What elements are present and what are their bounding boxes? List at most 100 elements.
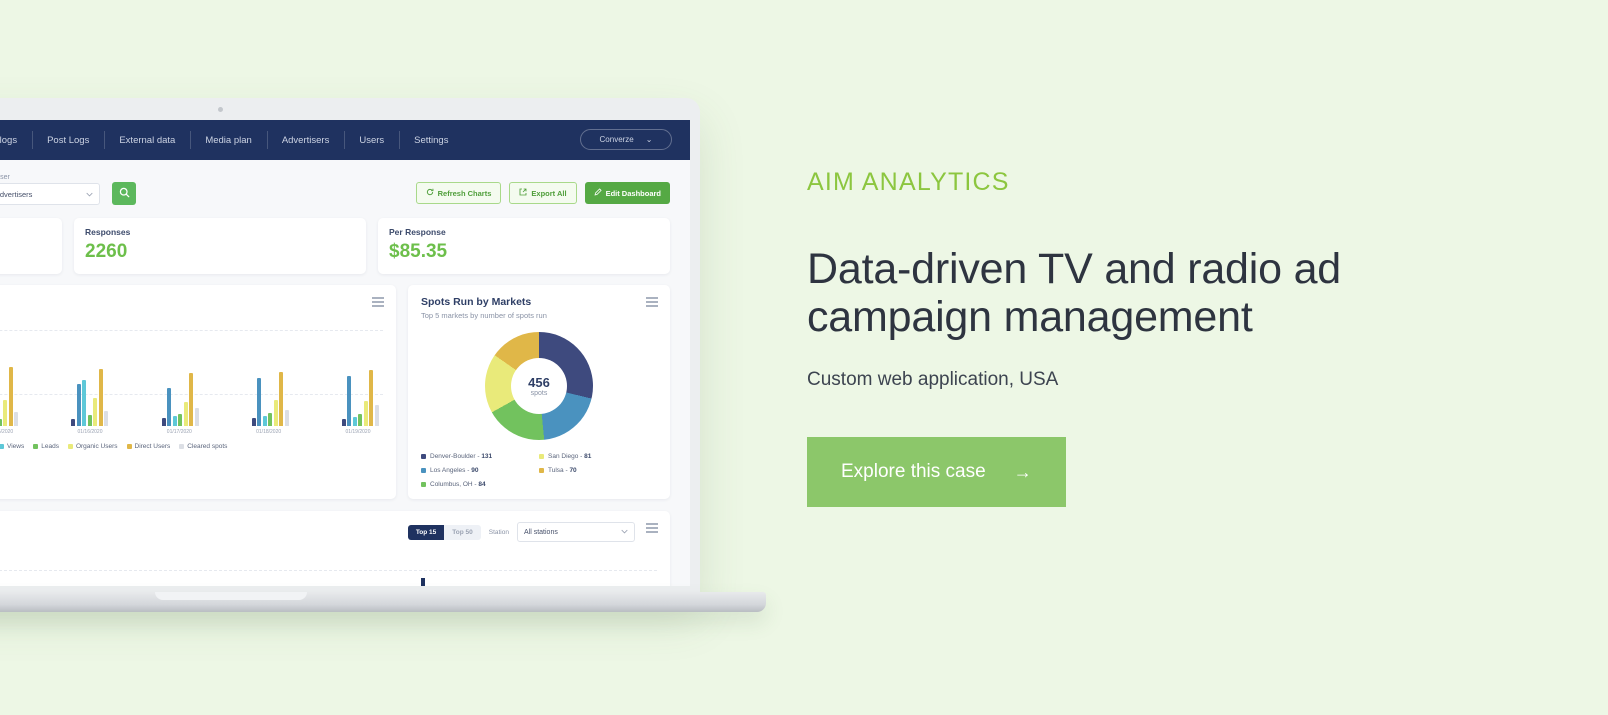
bar[interactable]	[358, 414, 363, 426]
x-axis-label: 01/15/2020	[0, 429, 14, 435]
nav-label: External data	[119, 134, 176, 146]
bottom-panel-controls: Top 15 Top 50 Station All stations	[407, 522, 657, 542]
nav-label: Settings	[414, 134, 449, 146]
bar[interactable]	[279, 371, 284, 426]
panel-title: ots Run and Responses by Day	[0, 296, 383, 308]
legend-swatch	[126, 444, 132, 449]
legend-swatch	[421, 482, 426, 487]
bar[interactable]	[251, 418, 256, 426]
panel-menu-icon[interactable]	[372, 297, 384, 309]
donut-legend-item[interactable]: Denver-Boulder - 131	[421, 453, 539, 460]
bar[interactable]	[167, 387, 172, 426]
page-subline: Custom web application, USA	[807, 369, 1059, 391]
edit-dashboard-button[interactable]: Edit Dashboard	[584, 182, 670, 204]
donut-legend-item[interactable]: San Diego - 81	[539, 453, 657, 460]
nav-item-settings[interactable]: Settings	[399, 120, 463, 160]
advertiser-select[interactable]: All advertisers	[0, 183, 101, 205]
donut-chart: 456 spots	[421, 332, 657, 440]
panel-cost-per-response: ost per Response st per call, cost per t…	[0, 511, 670, 586]
bar-legend-item[interactable]: Direct Users	[126, 443, 170, 450]
bar[interactable]	[76, 384, 81, 426]
donut-legend-item[interactable]: Los Angeles - 90	[421, 467, 539, 474]
legend-label: Denver-Boulder - 131	[430, 453, 493, 460]
bar[interactable]	[347, 376, 352, 426]
webcam-dot	[218, 107, 223, 112]
bar[interactable]	[194, 408, 199, 426]
case-study-content: AIM ANALYTICS Data-driven TV and radio a…	[807, 168, 1507, 508]
kpi-card-cleared: eared 6%	[0, 218, 62, 274]
search-icon	[119, 185, 130, 203]
x-axis-label: 01/19/2020	[345, 429, 371, 435]
bar[interactable]	[369, 369, 374, 426]
bar[interactable]	[82, 379, 87, 426]
bar[interactable]	[363, 401, 368, 426]
refresh-charts-button[interactable]: Refresh Charts	[415, 182, 502, 204]
panel-menu-icon[interactable]	[646, 297, 658, 309]
donut-legend: Denver-Boulder - 131 San Diego - 81 Los An…	[421, 453, 657, 488]
toggle-top-15[interactable]: Top 15	[407, 524, 445, 540]
bar-legend-item[interactable]: Leads	[33, 443, 59, 450]
bar-legend-item[interactable]: Organic Users	[67, 443, 118, 450]
panel-subtitle: Top 5 markets by number of spots run	[421, 311, 547, 320]
bar[interactable]	[71, 418, 76, 426]
bar[interactable]	[93, 398, 98, 426]
bar[interactable]	[87, 414, 92, 426]
eyebrow-label: AIM ANALYTICS	[807, 168, 1010, 196]
bar[interactable]	[273, 399, 278, 426]
user-menu[interactable]: Converze ⌄	[580, 129, 672, 150]
export-all-button[interactable]: Export All	[509, 182, 577, 204]
nav-item-post-logs[interactable]: Post Logs	[32, 120, 104, 160]
donut-center: 456 spots	[511, 358, 567, 414]
nav-item-pre-logs[interactable]: Pre logs	[0, 120, 32, 160]
bar[interactable]	[98, 369, 103, 426]
bar[interactable]	[183, 402, 188, 426]
laptop-base	[0, 592, 766, 612]
panel-subtitle: st per call, cost per text and cost per …	[0, 311, 383, 320]
explore-this-case-button[interactable]: Explore this case →	[807, 437, 1066, 508]
bar[interactable]	[257, 378, 262, 426]
legend-swatch	[421, 454, 426, 459]
bar[interactable]	[262, 416, 267, 426]
page-root: NVERZE Dashboard Pre logs Post Logs Exte…	[0, 0, 1608, 715]
advertiser-label: Advertiser	[0, 174, 10, 181]
bar[interactable]	[161, 417, 166, 426]
nav-label: Media plan	[205, 134, 252, 146]
bar[interactable]	[374, 405, 379, 426]
nav-item-advertisers[interactable]: Advertisers	[266, 120, 345, 160]
donut-legend-item[interactable]: Columbus, OH - 84	[421, 481, 539, 488]
export-all-label: Export All	[531, 188, 567, 198]
bar[interactable]	[3, 400, 8, 426]
donut-legend-item[interactable]: Tulsa - 70	[539, 467, 657, 474]
nav-label: Pre logs	[0, 134, 18, 146]
nav-item-media-plan[interactable]: Media plan	[190, 120, 266, 160]
station-select[interactable]: All stations	[517, 522, 635, 542]
bar[interactable]	[189, 373, 194, 426]
toggle-top-50[interactable]: Top 50	[444, 524, 481, 540]
bar[interactable]	[352, 416, 357, 426]
legend-label: Organic Users	[75, 443, 118, 450]
toolbar-actions: Refresh Charts Export All Edit Dashboard	[415, 182, 670, 204]
panel-menu-icon[interactable]	[646, 523, 658, 535]
bar[interactable]	[14, 412, 19, 426]
cta-label: Explore this case	[841, 461, 986, 483]
bar[interactable]	[8, 366, 13, 426]
bar[interactable]	[268, 413, 273, 426]
bar-chart-legend: CallsTextViewsLeadsOrganic UsersDirect U…	[0, 443, 383, 450]
nav-item-external-data[interactable]: External data	[104, 120, 190, 160]
bar-group	[0, 330, 19, 426]
nav-item-users[interactable]: Users	[344, 120, 399, 160]
bar[interactable]	[104, 411, 109, 426]
bar[interactable]	[284, 410, 289, 426]
bar[interactable]	[341, 419, 346, 426]
bar[interactable]	[178, 413, 183, 426]
bar-legend-item[interactable]: Cleared spots	[179, 443, 227, 450]
data-point[interactable]	[421, 577, 426, 586]
app-navbar: NVERZE Dashboard Pre logs Post Logs Exte…	[0, 120, 690, 160]
bar[interactable]	[0, 418, 2, 426]
bar-legend-item[interactable]: Views	[0, 443, 24, 450]
station-value: All stations	[524, 528, 558, 536]
legend-label: Cleared spots	[187, 443, 228, 450]
legend-label: Leads	[41, 443, 59, 450]
bar[interactable]	[172, 415, 177, 426]
search-button[interactable]	[112, 182, 137, 205]
